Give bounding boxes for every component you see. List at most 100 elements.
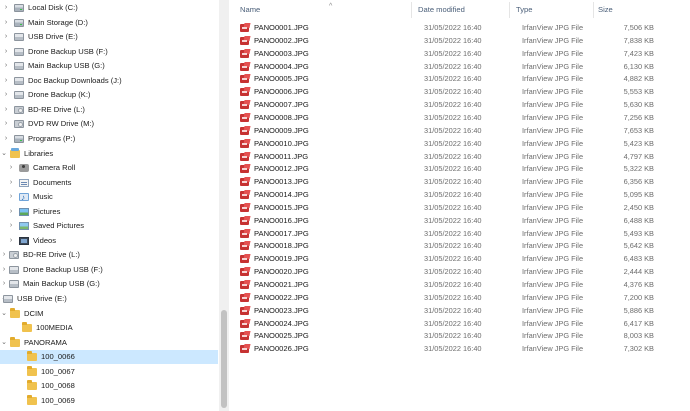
- nav-item[interactable]: › Drone Backup (K:): [0, 88, 218, 102]
- file-row[interactable]: PANO0019.JPG 31/05/2022 16:40 IrfanView JP…: [236, 252, 654, 265]
- navigation-scrollbar[interactable]: [219, 0, 229, 411]
- file-type: IrfanView JPG File: [522, 318, 584, 328]
- file-row[interactable]: PANO0004.JPG 31/05/2022 16:40 IrfanView JP…: [236, 60, 654, 73]
- chevron-right-icon[interactable]: ›: [2, 16, 10, 30]
- chevron-right-icon[interactable]: ›: [7, 234, 15, 248]
- file-row[interactable]: PANO0013.JPG 31/05/2022 16:40 IrfanView JP…: [236, 175, 654, 188]
- file-name: PANO0012.JPG: [254, 164, 309, 174]
- chevron-down-icon[interactable]: ⌄: [0, 147, 8, 161]
- file-type: IrfanView JPG File: [522, 202, 584, 212]
- column-header-type[interactable]: Type: [512, 2, 594, 18]
- file-row[interactable]: PANO0012.JPG 31/05/2022 16:40 IrfanView JP…: [236, 162, 654, 175]
- nav-item[interactable]: › Doc Backup Downloads (J:): [0, 74, 218, 88]
- chevron-right-icon[interactable]: ›: [0, 263, 8, 277]
- file-row[interactable]: PANO0008.JPG 31/05/2022 16:40 IrfanView JP…: [236, 111, 654, 124]
- documents-icon: [19, 178, 29, 187]
- nav-item[interactable]: › Programs (P:): [0, 132, 218, 146]
- file-row[interactable]: PANO0006.JPG 31/05/2022 16:40 IrfanView JP…: [236, 85, 654, 98]
- nav-item[interactable]: › Music: [0, 190, 218, 205]
- file-row[interactable]: PANO0005.JPG 31/05/2022 16:40 IrfanView JP…: [236, 72, 654, 85]
- nav-item[interactable]: › DVD RW Drive (M:): [0, 117, 218, 131]
- chevron-right-icon[interactable]: ›: [2, 117, 10, 131]
- column-header-date-modified[interactable]: Date modified: [414, 2, 510, 18]
- file-size: 5,630 KB: [623, 100, 654, 110]
- nav-item[interactable]: › Drone Backup USB (F:): [0, 45, 218, 59]
- nav-item[interactable]: › BD-RE Drive (L:): [0, 248, 218, 262]
- nav-item[interactable]: › Main Storage (D:): [0, 16, 218, 30]
- nav-item[interactable]: › USB Drive (E:): [0, 30, 218, 44]
- column-header-name[interactable]: ^ Name: [236, 2, 412, 18]
- nav-item[interactable]: 100_0068: [0, 379, 218, 393]
- chevron-right-icon[interactable]: ›: [2, 103, 10, 117]
- file-row[interactable]: PANO0001.JPG 31/05/2022 16:40 IrfanView JP…: [236, 21, 654, 34]
- chevron-down-icon[interactable]: ⌄: [0, 336, 8, 350]
- chevron-right-icon[interactable]: ›: [2, 45, 10, 59]
- column-header-size[interactable]: Size: [594, 2, 650, 18]
- jpg-file-icon: [240, 87, 251, 97]
- chevron-right-icon[interactable]: ›: [2, 74, 10, 88]
- file-row[interactable]: PANO0024.JPG 31/05/2022 16:40 IrfanView JP…: [236, 317, 654, 330]
- file-row[interactable]: PANO0017.JPG 31/05/2022 16:40 IrfanView JP…: [236, 227, 654, 240]
- file-row[interactable]: PANO0016.JPG 31/05/2022 16:40 IrfanView JP…: [236, 214, 654, 227]
- file-date-modified: 31/05/2022 16:40: [424, 177, 482, 187]
- nav-item[interactable]: › Local Disk (C:): [0, 1, 218, 15]
- chevron-right-icon[interactable]: ›: [7, 176, 15, 190]
- nav-item[interactable]: 100_0069: [0, 394, 218, 408]
- chevron-right-icon[interactable]: ›: [2, 1, 10, 15]
- nav-item[interactable]: ⌄USB Drive (E:): [0, 292, 218, 306]
- nav-item[interactable]: › BD-RE Drive (L:): [0, 103, 218, 117]
- usb-drive-icon: [14, 91, 24, 100]
- file-row[interactable]: PANO0003.JPG 31/05/2022 16:40 IrfanView JP…: [236, 47, 654, 60]
- nav-item[interactable]: › Videos: [0, 234, 218, 248]
- file-date-modified: 31/05/2022 16:40: [424, 215, 482, 225]
- chevron-right-icon[interactable]: ›: [7, 219, 15, 233]
- drive-icon: [14, 18, 24, 27]
- chevron-right-icon[interactable]: ›: [7, 205, 15, 219]
- file-row[interactable]: PANO0002.JPG 31/05/2022 16:40 IrfanView JP…: [236, 34, 654, 47]
- nav-item[interactable]: ⌄ DCIM: [0, 307, 218, 321]
- file-row[interactable]: PANO0026.JPG 31/05/2022 16:40 IrfanView JP…: [236, 342, 654, 355]
- chevron-right-icon[interactable]: ›: [0, 277, 8, 291]
- file-row[interactable]: PANO0015.JPG 31/05/2022 16:40 IrfanView JP…: [236, 201, 654, 214]
- nav-item[interactable]: › Main Backup USB (G:): [0, 277, 218, 291]
- file-size: 6,488 KB: [623, 215, 654, 225]
- nav-item[interactable]: ⌄ Libraries: [0, 147, 218, 161]
- nav-item-label: Main Backup USB (G:): [28, 61, 105, 71]
- file-row[interactable]: PANO0018.JPG 31/05/2022 16:40 IrfanView JP…: [236, 239, 654, 252]
- nav-item[interactable]: ⌄ PANORAMA: [0, 336, 218, 350]
- chevron-right-icon[interactable]: ›: [2, 132, 10, 146]
- chevron-right-icon[interactable]: ›: [2, 88, 10, 102]
- nav-item[interactable]: › Main Backup USB (G:): [0, 59, 218, 73]
- chevron-down-icon[interactable]: ⌄: [0, 307, 8, 321]
- nav-item[interactable]: 100_0066: [0, 350, 218, 365]
- nav-item[interactable]: 100MEDIA: [0, 321, 218, 335]
- usb-drive-icon: [9, 265, 19, 274]
- chevron-right-icon[interactable]: ›: [7, 190, 15, 204]
- file-row[interactable]: PANO0020.JPG 31/05/2022 16:40 IrfanView JP…: [236, 265, 654, 278]
- chevron-right-icon[interactable]: ›: [7, 161, 15, 175]
- scrollbar-thumb[interactable]: [221, 310, 227, 408]
- file-row[interactable]: PANO0022.JPG 31/05/2022 16:40 IrfanView JP…: [236, 291, 654, 304]
- nav-item[interactable]: › Documents: [0, 176, 218, 190]
- file-row[interactable]: PANO0010.JPG 31/05/2022 16:40 IrfanView JP…: [236, 137, 654, 150]
- file-row[interactable]: PANO0009.JPG 31/05/2022 16:40 IrfanView JP…: [236, 124, 654, 137]
- file-row[interactable]: PANO0023.JPG 31/05/2022 16:40 IrfanView JP…: [236, 304, 654, 317]
- file-row[interactable]: PANO0007.JPG 31/05/2022 16:40 IrfanView JP…: [236, 98, 654, 111]
- folder-icon: [27, 394, 37, 405]
- nav-item[interactable]: › Pictures: [0, 205, 218, 219]
- file-row[interactable]: PANO0011.JPG 31/05/2022 16:40 IrfanView JP…: [236, 150, 654, 163]
- nav-item[interactable]: › Drone Backup USB (F:): [0, 263, 218, 277]
- nav-item[interactable]: 100_0067: [0, 365, 218, 379]
- navigation-pane[interactable]: › Local Disk (C:) › Main Storage (D:) › USB D…: [0, 0, 218, 411]
- chevron-right-icon[interactable]: ›: [0, 248, 8, 262]
- file-row[interactable]: PANO0021.JPG 31/05/2022 16:40 IrfanView JP…: [236, 278, 654, 291]
- file-size: 6,130 KB: [623, 61, 654, 71]
- chevron-right-icon[interactable]: ›: [2, 30, 10, 44]
- file-name: PANO0026.JPG: [254, 344, 309, 354]
- optical-drive-icon: [9, 251, 19, 260]
- nav-item[interactable]: › Saved Pictures: [0, 219, 218, 233]
- file-row[interactable]: PANO0025.JPG 31/05/2022 16:40 IrfanView JP…: [236, 329, 654, 342]
- chevron-right-icon[interactable]: ›: [2, 59, 10, 73]
- nav-item[interactable]: › Camera Roll: [0, 161, 218, 175]
- file-row[interactable]: PANO0014.JPG 31/05/2022 16:40 IrfanView JP…: [236, 188, 654, 201]
